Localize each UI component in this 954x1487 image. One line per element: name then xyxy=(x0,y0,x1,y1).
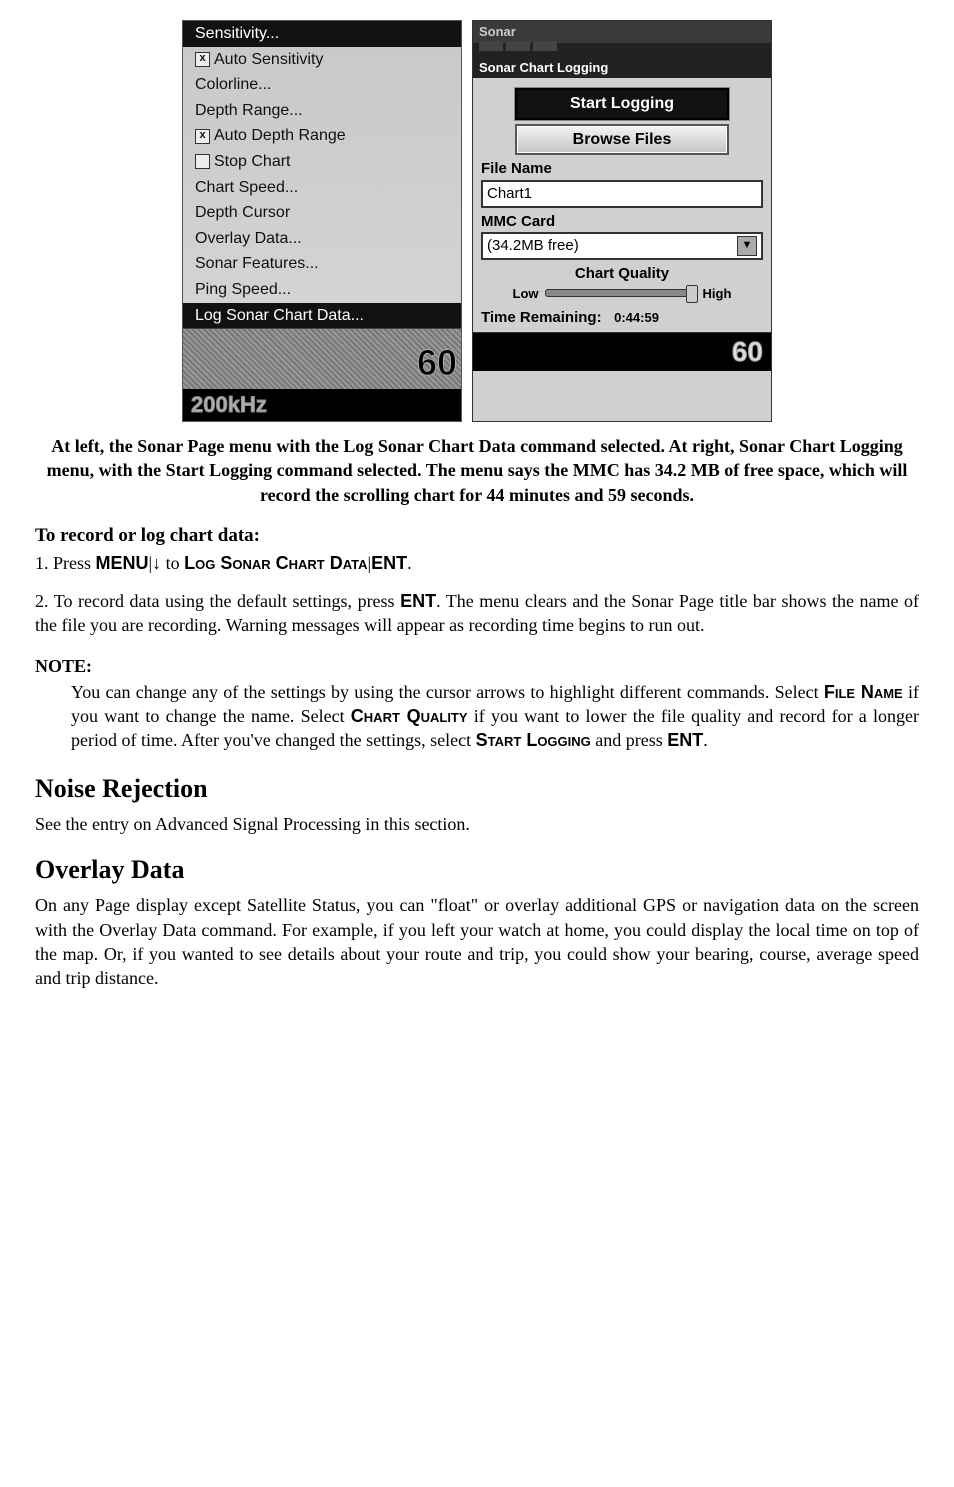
menu-item-auto-sensitivity[interactable]: x Auto Sensitivity xyxy=(183,47,461,73)
menu-item-log-sonar-chart-data[interactable]: Log Sonar Chart Data... xyxy=(183,303,461,329)
time-value: 0:44:59 xyxy=(614,310,659,325)
menu-label: Log Sonar Chart Data... xyxy=(195,307,364,324)
checkbox-icon: x xyxy=(195,52,210,67)
menu-item-depth-cursor[interactable]: Depth Cursor xyxy=(183,200,461,226)
sonar-chart-logging-dialog: Sonar Sonar Chart Logging Start Logging … xyxy=(472,20,772,422)
step-2: 2. To record data using the default sett… xyxy=(35,589,919,638)
chevron-down-icon: ▼ xyxy=(737,236,757,256)
menu-label: Stop Chart xyxy=(214,153,290,170)
frequency-label: 200kHz xyxy=(191,390,267,420)
menu-item-auto-depth-range[interactable]: x Auto Depth Range xyxy=(183,123,461,149)
menu-item-sonar-features[interactable]: Sonar Features... xyxy=(183,251,461,277)
time-label: Time Remaining: xyxy=(481,309,602,326)
menu-label: Ping Speed... xyxy=(195,281,291,298)
chart-quality-slider[interactable]: Low High xyxy=(481,285,763,303)
file-name-label: File Name xyxy=(481,159,763,179)
heading-overlay-data: Overlay Data xyxy=(35,852,919,887)
menu-item-stop-chart[interactable]: Stop Chart xyxy=(183,149,461,175)
key-ent: ENT xyxy=(400,591,436,611)
dialog-subtitle: Sonar Chart Logging xyxy=(473,57,771,79)
mmc-card-label: MMC Card xyxy=(481,212,763,232)
text: . xyxy=(407,553,412,573)
menu-label: Colorline... xyxy=(195,76,271,93)
menu-label: Auto Depth Range xyxy=(214,127,346,144)
tab-strip xyxy=(473,43,771,57)
heading-noise-rejection: Noise Rejection xyxy=(35,771,919,806)
start-logging-button[interactable]: Start Logging xyxy=(515,88,729,120)
menu-item-ping-speed[interactable]: Ping Speed... xyxy=(183,277,461,303)
dialog-footer: 60 xyxy=(473,332,771,371)
text: |↓ to xyxy=(149,553,185,573)
menu-item-depth-range[interactable]: Depth Range... xyxy=(183,98,461,124)
time-remaining: Time Remaining: 0:44:59 xyxy=(481,308,763,328)
text: 1. Press xyxy=(35,553,96,573)
step-1: 1. Press MENU|↓ to Log Sonar Chart Data|… xyxy=(35,551,919,575)
cmd-log-sonar-chart-data: Log Sonar Chart Data xyxy=(184,553,367,573)
mmc-card-value: (34.2MB free) xyxy=(487,236,579,256)
file-name-input[interactable]: Chart1 xyxy=(481,180,763,208)
mmc-card-select[interactable]: (34.2MB free) ▼ xyxy=(481,232,763,260)
checkbox-icon: x xyxy=(195,129,210,144)
slider-high-label: High xyxy=(703,285,732,303)
cmd-start-logging: Start Logging xyxy=(476,730,591,750)
menu-footer: 200kHz xyxy=(183,389,461,421)
text: You can change any of the settings by us… xyxy=(71,682,824,702)
note-body: You can change any of the settings by us… xyxy=(71,680,919,753)
menu-label: Depth Range... xyxy=(195,102,303,119)
menu-label: Chart Speed... xyxy=(195,179,298,196)
depth-readout: 60 xyxy=(417,339,457,388)
browse-files-button[interactable]: Browse Files xyxy=(515,124,729,156)
key-ent: ENT xyxy=(667,730,703,750)
menu-item-sensitivity[interactable]: Sensitivity... xyxy=(183,21,461,47)
text: 2. To record data using the default sett… xyxy=(35,591,400,611)
cmd-file-name: File Name xyxy=(824,682,903,702)
procedure-heading: To record or log chart data: xyxy=(35,523,919,549)
overlay-paragraph: On any Page display except Satellite Sta… xyxy=(35,893,919,990)
checkbox-icon xyxy=(195,154,210,169)
text: and press xyxy=(591,730,667,750)
slider-low-label: Low xyxy=(513,285,539,303)
figure-caption: At left, the Sonar Page menu with the Lo… xyxy=(35,434,919,507)
menu-label: Depth Cursor xyxy=(195,204,290,221)
cmd-chart-quality: Chart Quality xyxy=(351,706,468,726)
menu-label: Auto Sensitivity xyxy=(214,51,323,68)
menu-label: Sonar Features... xyxy=(195,255,319,272)
menu-label: Overlay Data... xyxy=(195,230,302,247)
key-menu: MENU xyxy=(96,553,149,573)
note-heading: NOTE: xyxy=(35,654,919,678)
key-ent: ENT xyxy=(371,553,407,573)
slider-track[interactable] xyxy=(545,289,697,297)
text: . xyxy=(703,730,708,750)
sonar-page-menu: Sensitivity... x Auto Sensitivity Colorli… xyxy=(182,20,462,422)
sonar-texture: 60 xyxy=(183,328,461,389)
noise-paragraph: See the entry on Advanced Signal Process… xyxy=(35,812,919,836)
slider-thumb[interactable] xyxy=(686,285,698,303)
menu-item-overlay-data[interactable]: Overlay Data... xyxy=(183,226,461,252)
menu-item-chart-speed[interactable]: Chart Speed... xyxy=(183,175,461,201)
menu-item-colorline[interactable]: Colorline... xyxy=(183,72,461,98)
screenshot-pair: Sensitivity... x Auto Sensitivity Colorli… xyxy=(35,20,919,422)
dialog-title: Sonar xyxy=(473,21,771,43)
menu-label: Sensitivity... xyxy=(195,25,279,42)
chart-quality-label: Chart Quality xyxy=(481,264,763,284)
